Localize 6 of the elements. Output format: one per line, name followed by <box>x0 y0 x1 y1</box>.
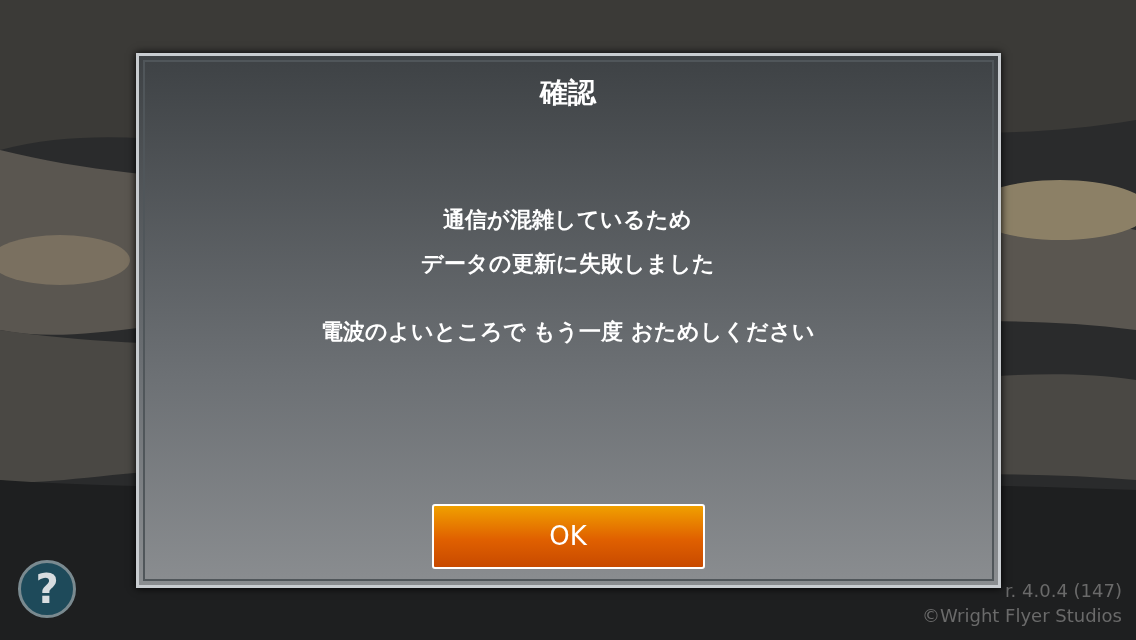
copyright-text: ©Wright Flyer Studios <box>922 605 1122 626</box>
message-text: データの更新に失敗しました <box>421 249 715 278</box>
dialog-title: 確認 <box>540 74 596 111</box>
version-text: r. 4.0.4 (147) <box>1004 580 1122 601</box>
message-text: 電波のよいところで もう一度 おためしください <box>320 317 816 346</box>
message-text: 通信が混雑しているため <box>443 205 693 234</box>
